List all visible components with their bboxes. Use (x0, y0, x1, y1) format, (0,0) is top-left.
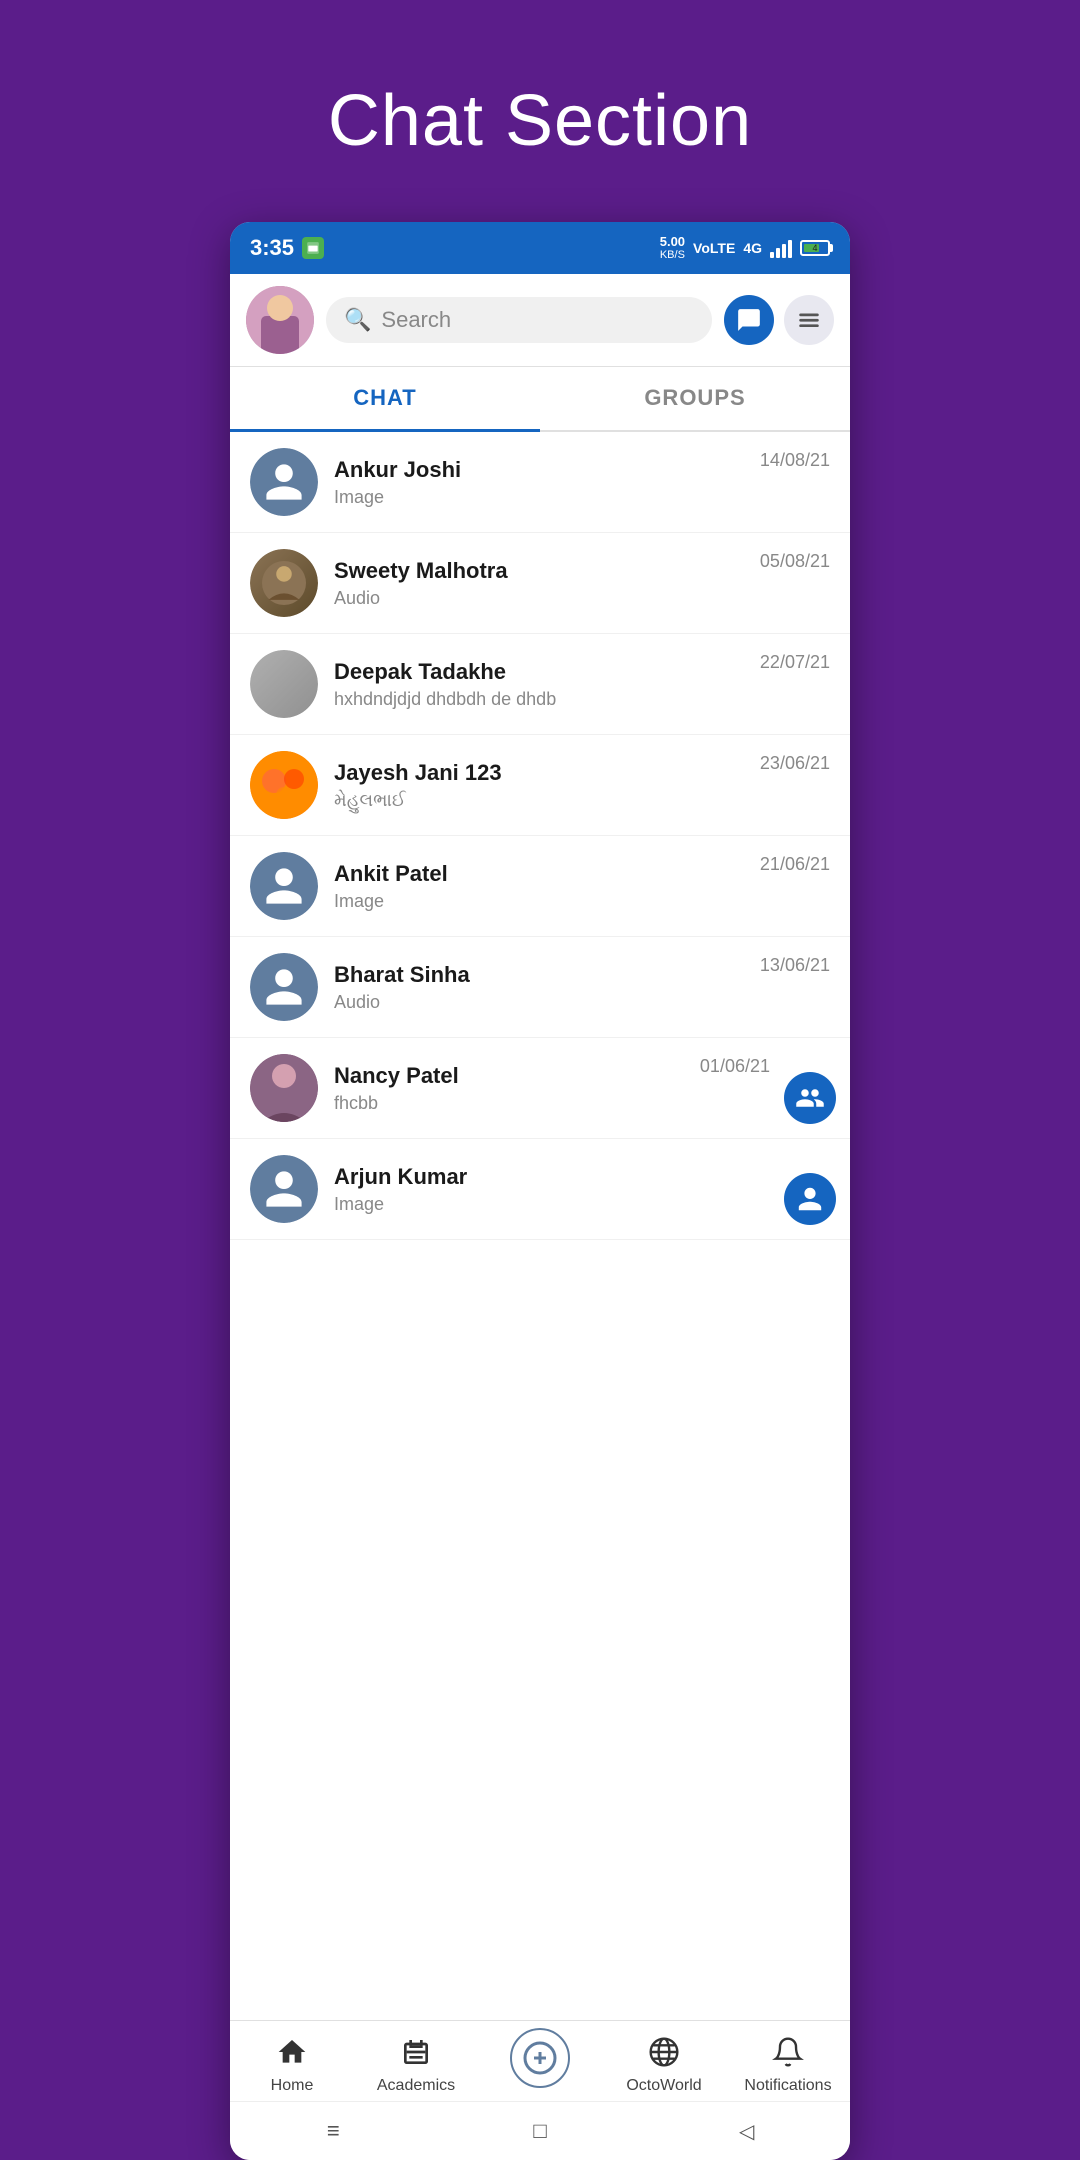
home-icon (271, 2031, 313, 2073)
chat-info: Sweety Malhotra Audio (334, 558, 830, 609)
nav-home-label: Home (271, 2077, 314, 2095)
chat-info: Ankit Patel Image (334, 861, 830, 912)
chat-list: Ankur Joshi Image 14/08/21 Sweety Malhot… (230, 432, 850, 2020)
chat-info: Arjun Kumar Image (334, 1164, 830, 1215)
chat-preview: Audio (334, 992, 830, 1013)
chat-name: Sweety Malhotra (334, 558, 830, 584)
tab-groups[interactable]: GROUPS (540, 367, 850, 430)
avatar (250, 1155, 318, 1223)
list-item[interactable]: Arjun Kumar Image (230, 1139, 850, 1240)
chat-date: 14/08/21 (760, 450, 830, 471)
chat-name: Deepak Tadakhe (334, 659, 830, 685)
chat-preview: Image (334, 891, 830, 912)
search-placeholder: Search (381, 307, 451, 333)
nav-plus[interactable] (495, 2038, 585, 2088)
phone-frame: 3:35 5.00 KB/S VoLTE 4G (230, 222, 850, 2160)
chat-preview: hxhdndjdjd dhdbdh de dhdb (334, 689, 830, 710)
header-actions (724, 295, 834, 345)
chat-info: Deepak Tadakhe hxhdndjdjd dhdbdh de dhdb (334, 659, 830, 710)
network-type: VoLTE (693, 240, 735, 256)
list-item[interactable]: Nancy Patel fhcbb 01/06/21 (230, 1038, 850, 1139)
data-speed: 5.00 KB/S (660, 234, 685, 263)
chat-name: Ankur Joshi (334, 457, 830, 483)
chat-preview: Image (334, 487, 830, 508)
chat-name: Arjun Kumar (334, 1164, 830, 1190)
chat-date: 21/06/21 (760, 854, 830, 875)
list-item[interactable]: Jayesh Jani 123 મેહુલભાઈ 23/06/21 (230, 735, 850, 836)
search-bar[interactable]: 🔍 Search (326, 297, 712, 343)
android-nav-bar: ≡ □ ◁ (230, 2101, 850, 2160)
avatar (250, 852, 318, 920)
search-icon: 🔍 (344, 307, 371, 333)
user-avatar[interactable] (246, 286, 314, 354)
chat-info: Bharat Sinha Audio (334, 962, 830, 1013)
list-item[interactable]: Ankur Joshi Image 14/08/21 (230, 432, 850, 533)
chat-date: 05/08/21 (760, 551, 830, 572)
status-time: 3:35 (250, 235, 324, 261)
chat-preview: Image (334, 1194, 830, 1215)
nav-academics-label: Academics (377, 2077, 455, 2095)
group-badge (784, 1072, 836, 1124)
battery-icon: 4 (800, 240, 830, 256)
nav-notifications[interactable]: Notifications (743, 2031, 833, 2095)
page-title: Chat Section (328, 80, 752, 162)
bottom-nav: Home Academics (230, 2020, 850, 2101)
chat-info: Jayesh Jani 123 મેહુલભાઈ (334, 760, 830, 811)
android-back-btn[interactable]: ◁ (730, 2114, 764, 2148)
list-item[interactable]: Ankit Patel Image 21/06/21 (230, 836, 850, 937)
avatar (250, 953, 318, 1021)
nav-home[interactable]: Home (247, 2031, 337, 2095)
nav-academics[interactable]: Academics (371, 2031, 461, 2095)
list-item[interactable]: Sweety Malhotra Audio 05/08/21 (230, 533, 850, 634)
avatar (250, 1054, 318, 1122)
chat-preview: Audio (334, 588, 830, 609)
tab-chat[interactable]: CHAT (230, 367, 540, 432)
list-item[interactable]: Deepak Tadakhe hxhdndjdjd dhdbdh de dhdb… (230, 634, 850, 735)
bell-icon (767, 2031, 809, 2073)
academics-icon (395, 2031, 437, 2073)
tab-bar: CHAT GROUPS (230, 367, 850, 432)
status-bar: 3:35 5.00 KB/S VoLTE 4G (230, 222, 850, 274)
avatar (250, 549, 318, 617)
avatar (250, 751, 318, 819)
network-gen: 4G (743, 240, 762, 256)
globe-icon (643, 2031, 685, 2073)
menu-button[interactable] (784, 295, 834, 345)
nav-octoworld[interactable]: OctoWorld (619, 2031, 709, 2095)
android-home-btn[interactable]: □ (523, 2114, 557, 2148)
chat-date: 22/07/21 (760, 652, 830, 673)
chat-name: Bharat Sinha (334, 962, 830, 988)
chat-name: Jayesh Jani 123 (334, 760, 830, 786)
chat-info: Ankur Joshi Image (334, 457, 830, 508)
chat-preview: મેહુલભાઈ (334, 790, 830, 811)
nav-octoworld-label: OctoWorld (626, 2077, 701, 2095)
chat-icon-button[interactable] (724, 295, 774, 345)
header: 🔍 Search (230, 274, 850, 367)
chat-date: 01/06/21 (700, 1056, 770, 1077)
chat-preview: fhcbb (334, 1093, 830, 1114)
android-menu-btn[interactable]: ≡ (316, 2114, 350, 2148)
list-item[interactable]: Bharat Sinha Audio 13/06/21 (230, 937, 850, 1038)
status-icon (302, 237, 324, 259)
signal-bars (770, 238, 792, 258)
person-badge (784, 1173, 836, 1225)
chat-date: 23/06/21 (760, 753, 830, 774)
plus-circle-icon (510, 2028, 570, 2088)
chat-date: 13/06/21 (760, 955, 830, 976)
avatar (250, 448, 318, 516)
nav-notifications-label: Notifications (744, 2077, 831, 2095)
avatar (250, 650, 318, 718)
status-right: 5.00 KB/S VoLTE 4G 4 (660, 234, 830, 263)
chat-name: Ankit Patel (334, 861, 830, 887)
